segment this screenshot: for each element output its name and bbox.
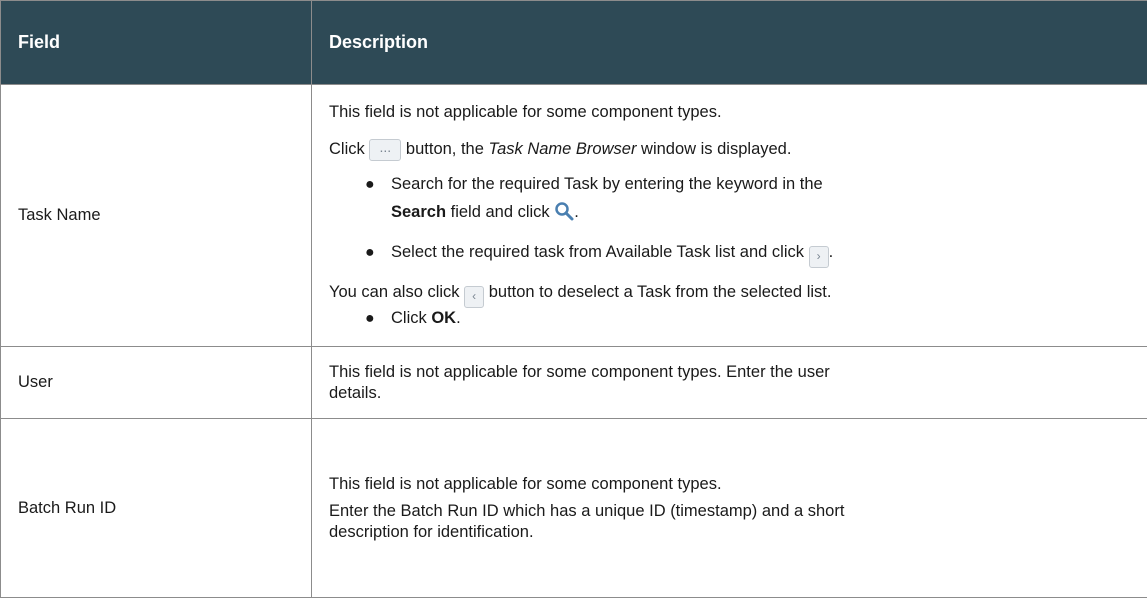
click-middle: button, the	[401, 140, 489, 158]
also-suffix: button to deselect a Task from the selec…	[484, 283, 832, 301]
user-line2: details.	[329, 383, 382, 402]
description-user: This field is not applicable for some co…	[311, 346, 1147, 419]
user-line1: This field is not applicable for some co…	[329, 362, 830, 381]
bullet-dot-icon: ●	[365, 176, 375, 193]
bullet1-line1: Search for the required Task by entering…	[391, 175, 823, 193]
field-user: User	[0, 346, 312, 419]
table-row: User This field is not applicable for so…	[0, 346, 1147, 419]
table-header-row: Field Description	[0, 0, 1147, 85]
field-batch-run-id: Batch Run ID	[0, 418, 312, 598]
search-icon	[554, 201, 574, 227]
header-field: Field	[0, 0, 312, 85]
search-bold-text: Search	[391, 203, 447, 221]
bullet-search: ● Search for the required Task by enteri…	[329, 174, 1135, 227]
bullet-dot-icon: ●	[365, 244, 375, 261]
field-task-name: Task Name	[0, 84, 312, 347]
ok-bold-text: OK	[431, 309, 457, 327]
table-row: Task Name This field is not applicable f…	[0, 84, 1147, 347]
bullet-select: ● Select the required task from Availabl…	[329, 242, 1135, 268]
header-description: Description	[311, 0, 1147, 85]
chevron-left-icon: ‹	[464, 286, 485, 308]
deselect-line: You can also click ‹ button to deselect …	[329, 282, 1135, 308]
ellipsis-button-icon: ...	[369, 139, 402, 161]
bullet3-end: .	[456, 309, 461, 327]
batch-line1: This field is not applicable for some co…	[329, 474, 722, 493]
click-prefix: Click	[329, 140, 365, 158]
bullet3-prefix: Click	[391, 309, 432, 327]
click-suffix: window is displayed.	[636, 140, 792, 158]
bullet2-end: .	[828, 243, 834, 261]
batch-line2: Enter the Batch Run ID which has a uniqu…	[329, 501, 845, 520]
batch-line3: description for identification.	[329, 522, 534, 541]
bullet-dot-icon: ●	[365, 310, 375, 327]
task-name-line1: This field is not applicable for some co…	[329, 103, 722, 121]
description-task-name: This field is not applicable for some co…	[311, 84, 1147, 347]
bullet1-line2: Search field and click .	[391, 201, 1135, 227]
chevron-right-icon: ›	[808, 246, 829, 268]
task-name-browser-text: Task Name Browser	[488, 140, 637, 158]
bullet2-text: Select the required task from Available …	[391, 243, 809, 261]
bullet-ok: ● Click OK.	[329, 308, 1135, 329]
bullet1-end: .	[574, 203, 579, 221]
table-row: Batch Run ID This field is not applicabl…	[0, 418, 1147, 598]
bullet1-rest: field and click	[446, 203, 555, 221]
also-prefix: You can also click	[329, 283, 465, 301]
field-description-table: Field Description Task Name This field i…	[0, 0, 1147, 598]
task-name-click-line: Click ... button, the Task Name Browser …	[329, 139, 1135, 161]
description-batch-run-id: This field is not applicable for some co…	[311, 418, 1147, 598]
